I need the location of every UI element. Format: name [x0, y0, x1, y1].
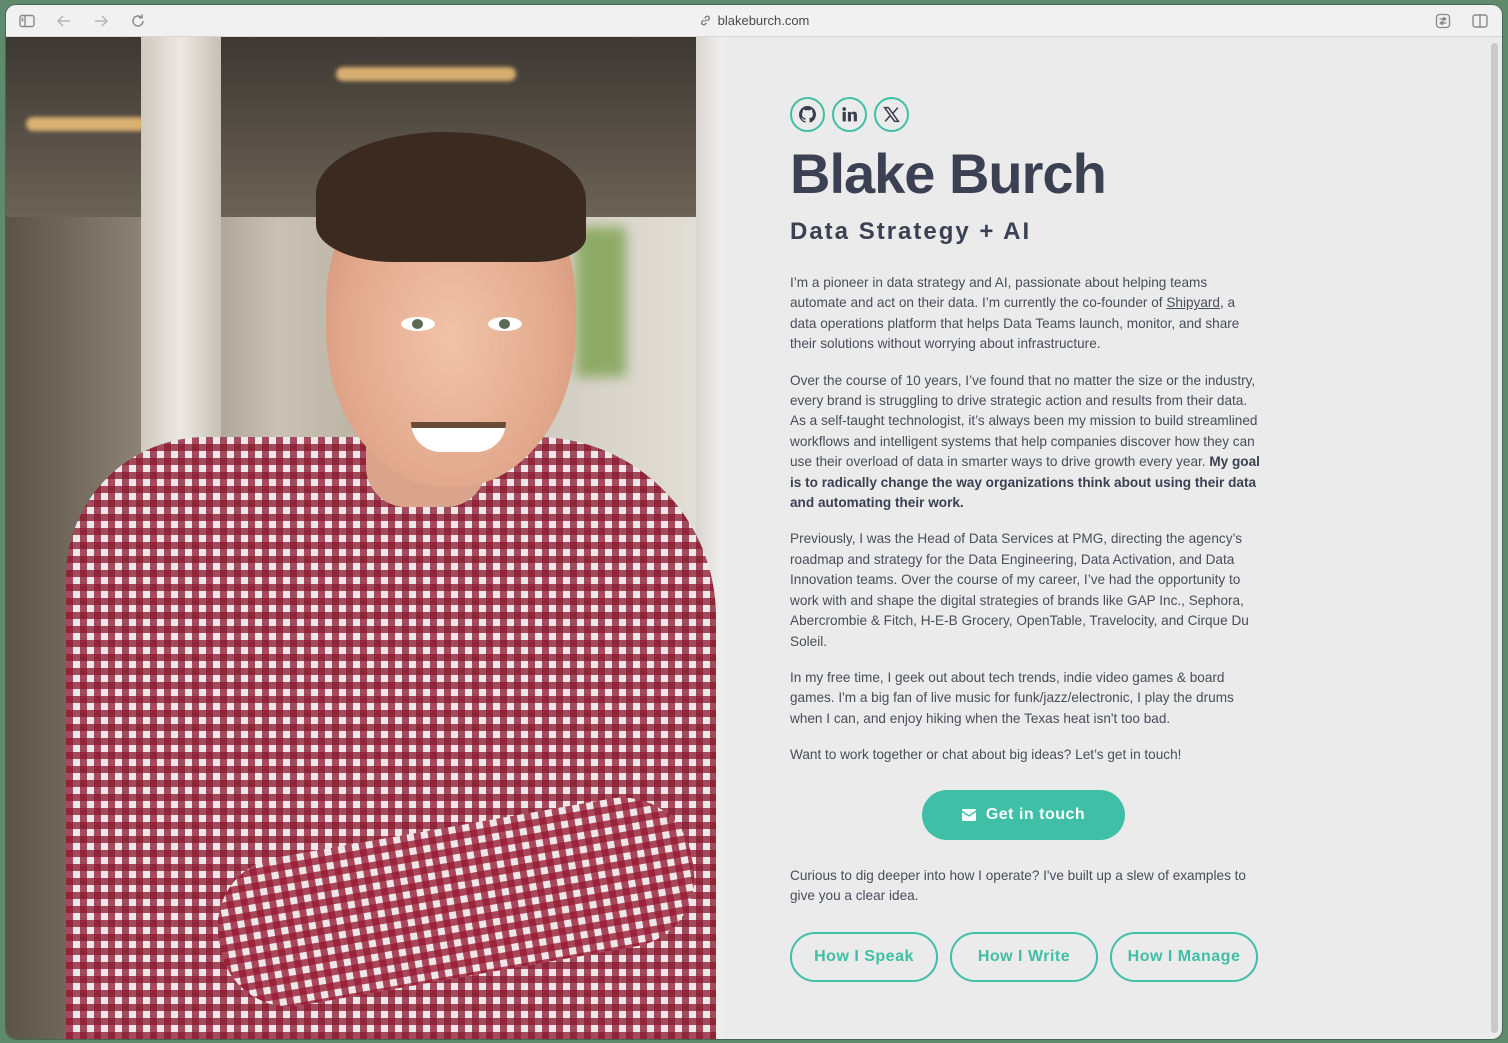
- envelope-icon: [961, 809, 976, 821]
- bio-paragraph-2: Over the course of 10 years, I’ve found …: [790, 371, 1260, 514]
- curious-text: Curious to dig deeper into how I operate…: [790, 868, 1246, 904]
- how-buttons-row: How I Speak How I Write How I Manage: [790, 932, 1258, 982]
- how-i-speak-button[interactable]: How I Speak: [790, 932, 938, 982]
- linkedin-icon: [841, 106, 858, 123]
- url-text: blakeburch.com: [717, 13, 810, 28]
- get-in-touch-label: Get in touch: [985, 806, 1086, 823]
- browser-window: blakeburch.com Blake Burch Data Strategy…: [6, 5, 1502, 1039]
- github-icon: [799, 106, 816, 123]
- photo-ceiling-light: [336, 67, 516, 81]
- how-i-write-button[interactable]: How I Write: [950, 932, 1098, 982]
- bio-section: I’m a pioneer in data strategy and AI, p…: [790, 273, 1260, 782]
- split-view-icon[interactable]: [1471, 12, 1489, 30]
- how-i-manage-button[interactable]: How I Manage: [1110, 932, 1258, 982]
- github-link[interactable]: [790, 97, 825, 132]
- page-scrollbar[interactable]: [1491, 43, 1498, 1033]
- bio-paragraph-5: Want to work together or chat about big …: [790, 747, 1182, 763]
- linkedin-link[interactable]: [832, 97, 867, 132]
- x-twitter-icon: [883, 106, 900, 123]
- bio-text: Over the course of 10 years, I’ve found …: [790, 372, 1258, 470]
- bio-paragraph-3: Previously, I was the Head of Data Servi…: [790, 531, 1249, 649]
- extensions-icon[interactable]: [1434, 12, 1452, 30]
- profile-photo: [6, 37, 722, 1039]
- shipyard-link[interactable]: Shipyard: [1166, 295, 1220, 310]
- bio-paragraph-1: I’m a pioneer in data strategy and AI, p…: [790, 273, 1260, 355]
- photo-hair: [316, 132, 586, 262]
- browser-toolbar: blakeburch.com: [6, 5, 1502, 37]
- get-in-touch-button[interactable]: Get in touch: [922, 790, 1125, 840]
- bio-paragraph-4: In my free time, I geek out about tech t…: [790, 669, 1234, 726]
- profile-name: Blake Burch: [790, 142, 1107, 205]
- photo-eye: [488, 317, 522, 331]
- photo-eye: [401, 317, 435, 331]
- social-links: [790, 97, 909, 132]
- photo-ceiling-light: [26, 117, 146, 131]
- x-twitter-link[interactable]: [874, 97, 909, 132]
- profile-tagline: Data Strategy + AI: [790, 218, 1032, 245]
- photo-smile: [411, 422, 506, 452]
- bio-text: I’m a pioneer in data strategy and AI, p…: [790, 275, 1208, 311]
- address-bar[interactable]: blakeburch.com: [6, 13, 1502, 28]
- photo-plant: [576, 227, 626, 377]
- link-icon: [699, 14, 712, 27]
